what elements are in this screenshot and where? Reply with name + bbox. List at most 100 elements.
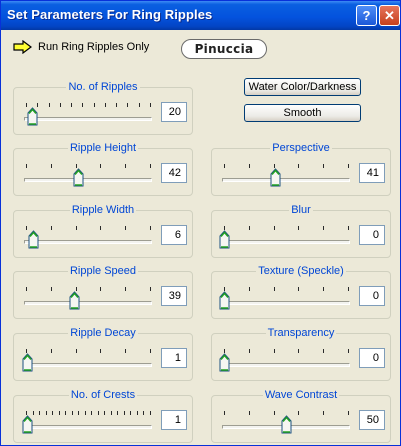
slider-tick [125,349,126,353]
slider-thumb[interactable] [219,230,230,250]
slider-thumb[interactable] [22,353,33,373]
slider-track[interactable] [222,178,350,182]
slider-label-text: Ripple Speed [67,265,139,277]
slider-group-texture-speckle: Texture (Speckle) 0 [211,265,391,319]
slider-tick [76,349,77,353]
slider-thumb[interactable] [28,230,39,250]
slider-tick [249,349,250,353]
slider-tick [105,103,106,107]
slider-tick [49,103,50,107]
slider-label-text: Wave Contrast [262,389,340,401]
slider-thumb[interactable] [22,415,33,435]
slider-tick [249,226,250,230]
close-button[interactable]: ✕ [379,5,400,26]
slider-group-wave-contrast: Wave Contrast 50 [211,389,391,443]
slider-label: Wave Contrast [212,389,390,401]
slider-value-field[interactable]: 1 [161,348,187,368]
slider-tick [130,411,131,415]
slider-track[interactable] [24,301,152,305]
slider-label-text: Ripple Width [69,204,137,216]
slider-tick [51,226,52,230]
slider-label: Ripple Speed [14,265,192,277]
slider-tick [117,411,118,415]
slider-label: Ripple Decay [14,327,192,339]
slider-track[interactable] [222,301,350,305]
slider-tick [125,164,126,168]
slider-tick [274,226,275,230]
slider-thumb[interactable] [69,291,80,311]
slider-tick [82,103,83,107]
slider-thumb[interactable] [73,168,84,188]
slider-tick [26,226,27,230]
slider-tick [274,349,275,353]
slider-track[interactable] [222,363,350,367]
slider-group-no-of-ripples: No. of Ripples 20 [13,81,193,135]
slider-value-field[interactable]: 41 [359,163,385,183]
slider-tick [298,287,299,291]
slider-tick [274,287,275,291]
slider-track[interactable] [24,178,152,182]
slider-value-field[interactable]: 39 [161,286,187,306]
slider-tick [46,411,47,415]
slider-track[interactable] [24,117,152,121]
slider-thumb[interactable] [270,168,281,188]
slider-tick [51,349,52,353]
slider-value-field[interactable]: 0 [359,286,385,306]
slider-value-field[interactable]: 42 [161,163,187,183]
slider-tick [85,411,86,415]
slider-tick [59,411,60,415]
slider-thumb[interactable] [27,107,38,127]
slider-track[interactable] [222,240,350,244]
slider-track[interactable] [24,363,152,367]
slider-tick [150,103,151,107]
slider-value-field[interactable]: 1 [161,410,187,430]
slider-tick [249,287,250,291]
slider-tick [323,411,324,415]
slider-group-blur: Blur 0 [211,204,391,258]
slider-tick [249,411,250,415]
slider-tick [91,411,92,415]
slider-tick [150,164,151,168]
slider-track[interactable] [24,240,152,244]
slider-value-field[interactable]: 50 [359,410,385,430]
slider-tick [249,164,250,168]
slider-tick [274,411,275,415]
slider-tick [51,164,52,168]
slider-tick [60,103,61,107]
slider-tick [39,411,40,415]
slider-tick [224,164,225,168]
slider-value-field[interactable]: 0 [359,225,385,245]
slider-tick [139,103,140,107]
slider-label: No. of Crests [14,389,192,401]
slider-label-text: No. of Crests [68,389,138,401]
water-color-darkness-button[interactable]: Water Color/Darkness [244,78,361,96]
run-ring-ripples-only[interactable]: Run Ring Ripples Only [13,39,149,55]
slider-label: No. of Ripples [14,81,192,93]
slider-tick [150,411,151,415]
slider-tick [125,287,126,291]
slider-thumb[interactable] [219,291,230,311]
slider-group-ripple-speed: Ripple Speed 39 [13,265,193,319]
slider-label-text: Ripple Height [67,142,139,154]
slider-thumb[interactable] [219,353,230,373]
slider-tick [26,164,27,168]
slider-track[interactable] [24,425,152,429]
slider-tick [298,411,299,415]
smooth-button[interactable]: Smooth [244,104,361,122]
slider-tick [26,287,27,291]
slider-value-field[interactable]: 0 [359,348,385,368]
slider-tick [137,411,138,415]
slider-value-field[interactable]: 6 [161,225,187,245]
slider-group-perspective: Perspective 41 [211,142,391,196]
title-bar[interactable]: Set Parameters For Ring Ripples ? ✕ [1,1,400,30]
slider-label-text: Transparency [265,327,337,339]
help-button[interactable]: ? [356,5,377,26]
slider-thumb[interactable] [281,415,292,435]
help-icon: ? [362,8,371,23]
slider-tick [323,226,324,230]
slider-tick [150,287,151,291]
slider-tick [150,226,151,230]
slider-value-field[interactable]: 20 [161,102,187,122]
slider-tick [150,349,151,353]
slider-tick [348,287,349,291]
